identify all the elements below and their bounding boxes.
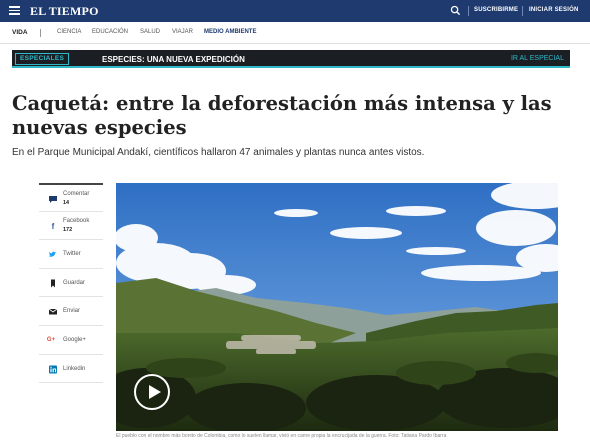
save-label: Guardar xyxy=(63,279,86,286)
article-lead: En el Parque Municipal Andakí, científic… xyxy=(12,147,425,158)
landscape-image xyxy=(116,183,558,431)
comment-label: Comentar xyxy=(63,191,90,197)
twitter-icon xyxy=(49,251,56,258)
section-vida[interactable]: VIDA xyxy=(12,29,28,36)
article-title: Caquetá: entre la deforestación más inte… xyxy=(12,92,552,139)
bookmark-icon xyxy=(51,279,55,288)
share-send[interactable]: Enviar xyxy=(39,297,103,326)
search-icon[interactable] xyxy=(450,5,461,16)
play-video-button[interactable] xyxy=(134,374,170,410)
login-link[interactable]: INICIAR SESIÓN xyxy=(529,7,578,13)
envelope-icon xyxy=(48,309,58,315)
twitter-label: Twitter xyxy=(63,251,81,258)
share-save[interactable]: Guardar xyxy=(39,269,103,298)
nav-item-ciencia[interactable]: CIENCIA xyxy=(57,29,81,35)
google-plus-icon: G+ xyxy=(46,336,56,343)
share-linkedin[interactable]: Linkedin xyxy=(39,355,103,384)
share-bar: Comentar 14 f Facebook 172 Twitter Guard… xyxy=(39,183,103,384)
site-logo[interactable]: EL TIEMPO xyxy=(30,4,99,19)
linkedin-label: Linkedin xyxy=(63,365,86,372)
comment-count: 14 xyxy=(63,200,70,206)
especiales-badge: ESPECIALES xyxy=(15,53,70,65)
especial-link[interactable]: IR AL ESPECIAL xyxy=(511,55,564,62)
top-header: EL TIEMPO SUSCRIBIRME INICIAR SESIÓN xyxy=(0,0,590,22)
header-divider xyxy=(468,6,469,16)
section-divider xyxy=(40,29,41,37)
facebook-icon: f xyxy=(51,221,55,231)
comment-icon xyxy=(49,196,57,203)
facebook-label: Facebook xyxy=(63,217,90,224)
photo-caption: El pueblo con el nombre más bonito de Co… xyxy=(116,433,447,439)
header-divider xyxy=(522,6,523,16)
send-label: Enviar xyxy=(63,308,81,315)
menu-icon[interactable] xyxy=(9,6,20,15)
nav-item-medio-ambiente[interactable]: MEDIO AMBIENTE xyxy=(204,29,256,35)
share-twitter[interactable]: Twitter xyxy=(39,240,103,269)
nav-item-viajar[interactable]: VIAJAR xyxy=(172,29,193,35)
share-facebook[interactable]: f Facebook 172 xyxy=(39,212,103,241)
section-nav: VIDA CIENCIA EDUCACIÓN SALUD VIAJAR MEDI… xyxy=(0,22,590,44)
nav-item-salud[interactable]: SALUD xyxy=(140,29,160,35)
subscribe-link[interactable]: SUSCRIBIRME xyxy=(474,7,518,13)
google-label: Google+ xyxy=(63,336,86,343)
article-photo xyxy=(116,183,558,431)
nav-item-educacion[interactable]: EDUCACIÓN xyxy=(92,29,128,35)
especial-title[interactable]: ESPECIES: UNA NUEVA EXPEDICIÓN xyxy=(102,55,245,64)
share-google[interactable]: G+ Google+ xyxy=(39,326,103,355)
especial-banner[interactable]: ESPECIALES ESPECIES: UNA NUEVA EXPEDICIÓ… xyxy=(12,50,570,68)
linkedin-icon xyxy=(49,365,57,374)
share-comment[interactable]: Comentar 14 xyxy=(39,183,103,212)
facebook-count: 172 xyxy=(63,226,73,233)
